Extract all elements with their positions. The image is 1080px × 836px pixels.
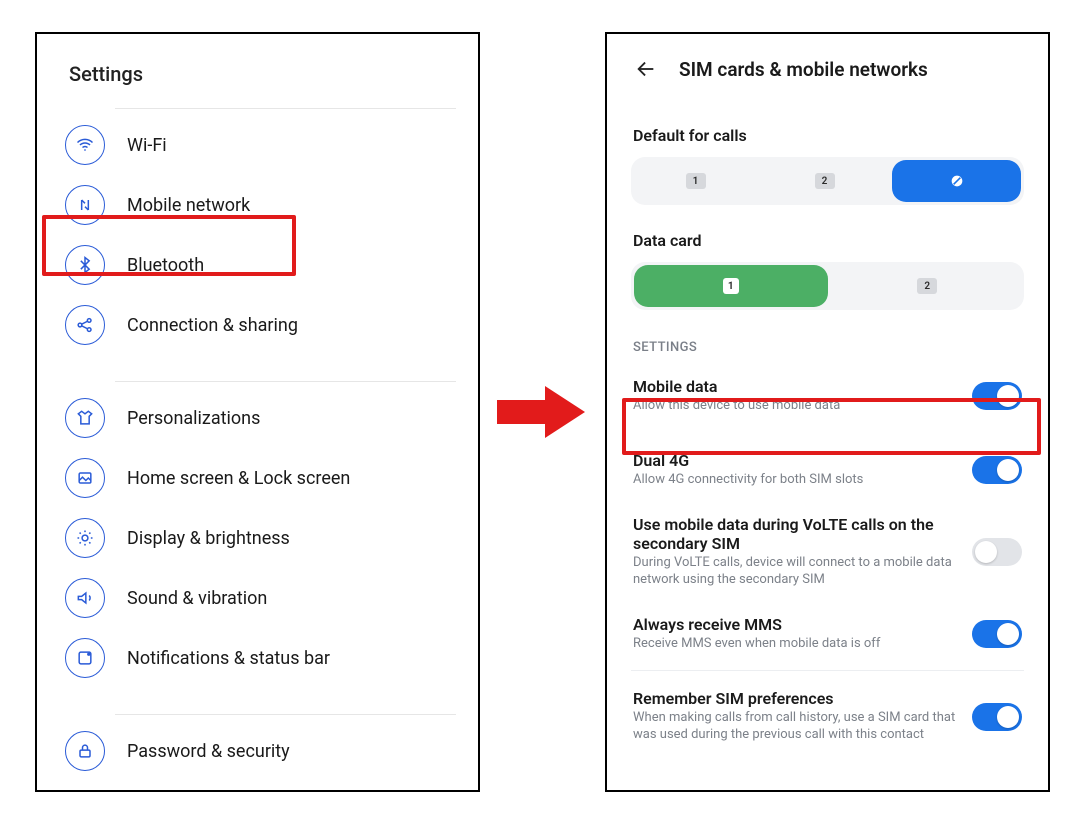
toggle-mobile-data[interactable] [972,382,1022,410]
row-always-mms[interactable]: Always receive MMS Receive MMS even when… [631,601,1024,665]
settings-item-label: Bluetooth [127,255,204,276]
row-title: Mobile data [633,377,960,396]
lock-icon [65,731,105,771]
settings-item-label: Sound & vibration [127,588,267,609]
sim-networks-screen: SIM cards & mobile networks Default for … [605,32,1050,792]
settings-item-personalizations[interactable]: Personalizations [59,388,456,448]
default-calls-segmented: 1 2 [631,157,1024,205]
calls-option-2[interactable]: 2 [760,157,889,205]
row-dual-4g[interactable]: Dual 4G Allow 4G connectivity for both S… [631,437,1024,501]
settings-item-label: Wi-Fi [127,135,167,156]
divider [115,714,456,715]
settings-item-label: Mobile network [127,195,250,216]
speaker-icon [65,578,105,618]
brightness-icon [65,518,105,558]
shirt-icon [65,398,105,438]
mobile-network-icon [65,185,105,225]
row-title: Always receive MMS [633,615,960,634]
settings-item-connection-sharing[interactable]: Connection & sharing [59,295,456,355]
divider [115,108,456,109]
page-title: Settings [55,50,460,108]
row-subtitle: When making calls from call history, use… [633,710,960,744]
settings-item-label: Connection & sharing [127,315,298,336]
data-card-label: Data card [633,231,1024,250]
data-option-1[interactable]: 1 [634,265,828,307]
back-button[interactable] [627,50,665,88]
notification-icon [65,638,105,678]
wifi-icon [65,125,105,165]
default-calls-label: Default for calls [633,126,1024,145]
data-option-2[interactable]: 2 [831,262,1025,310]
settings-item-mobile-network[interactable]: Mobile network [59,175,456,235]
divider [115,381,456,382]
settings-item-notifications-status[interactable]: Notifications & status bar [59,628,456,688]
row-volte-secondary[interactable]: Use mobile data during VoLTE calls on th… [631,501,1024,601]
settings-item-home-lock[interactable]: Home screen & Lock screen [59,448,456,508]
row-subtitle: Allow 4G connectivity for both SIM slots [633,472,960,489]
divider [631,670,1024,671]
settings-item-display-brightness[interactable]: Display & brightness [59,508,456,568]
sim-badge-2: 2 [815,173,835,189]
share-icon [65,305,105,345]
settings-section-header: SETTINGS [633,340,1024,355]
data-card-segmented: 1 2 [631,262,1024,310]
settings-item-bluetooth[interactable]: Bluetooth [59,235,456,295]
page-title: SIM cards & mobile networks [679,58,928,81]
picture-icon [65,458,105,498]
settings-item-label: Display & brightness [127,528,290,549]
bluetooth-icon [65,245,105,285]
row-mobile-data[interactable]: Mobile data Allow this device to use mob… [631,363,1024,427]
settings-item-label: Personalizations [127,408,260,429]
toggle-remember-sim[interactable] [972,703,1022,731]
sim-badge-2: 2 [917,278,937,294]
settings-item-label: Notifications & status bar [127,648,330,669]
row-subtitle: During VoLTE calls, device will connect … [633,555,960,589]
toggle-dual-4g[interactable] [972,456,1022,484]
sim-chip-1: 1 [723,278,739,294]
row-title: Remember SIM preferences [633,689,960,708]
row-title: Use mobile data during VoLTE calls on th… [633,515,960,553]
row-remember-sim[interactable]: Remember SIM preferences When making cal… [631,675,1024,756]
row-title: Dual 4G [633,451,960,470]
no-sim-icon [949,173,965,189]
row-subtitle: Receive MMS even when mobile data is off [633,636,960,653]
settings-item-label: Password & security [127,741,290,762]
settings-item-password-security[interactable]: Password & security [59,721,456,781]
calls-option-none[interactable] [892,160,1021,202]
row-subtitle: Allow this device to use mobile data [633,398,960,415]
toggle-volte-secondary[interactable] [972,538,1022,566]
sim-badge-1: 1 [686,173,706,189]
settings-item-wifi[interactable]: Wi-Fi [59,115,456,175]
calls-option-1[interactable]: 1 [631,157,760,205]
settings-item-label: Home screen & Lock screen [127,468,350,489]
arrow-icon [497,382,587,442]
settings-item-sound-vibration[interactable]: Sound & vibration [59,568,456,628]
settings-screen: Settings Wi-Fi Mobile network [35,32,480,792]
toggle-always-mms[interactable] [972,620,1022,648]
